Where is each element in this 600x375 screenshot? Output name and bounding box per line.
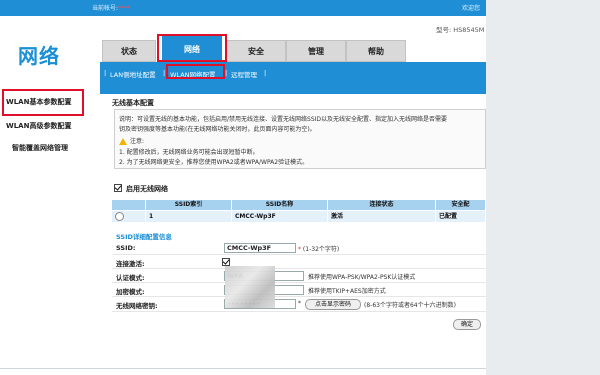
ssid-label: SSID: — [116, 244, 136, 252]
ssid-input[interactable]: CMCC-Wp3F — [224, 243, 296, 253]
table-header-select — [112, 200, 146, 210]
subnav-separator: | — [104, 69, 107, 77]
enable-wlan-checkbox[interactable] — [114, 184, 122, 192]
tab-help[interactable]: 帮助 — [346, 40, 406, 62]
sidebar-item-wlan-basic[interactable]: WLAN基本参数配置 — [6, 97, 71, 107]
form-row-connect: 连接激活: — [112, 256, 486, 269]
redaction-mask — [225, 266, 275, 308]
encryption-label: 加密模式: — [116, 288, 145, 296]
table-cell-ssid-name: CMCC-Wp3F — [232, 211, 328, 222]
warning-icon — [119, 138, 127, 145]
ssid-table: SSID索引 SSID名称 连接状态 安全配 1 CMCC-Wp3F 激活 已配… — [112, 200, 486, 222]
show-password-button[interactable]: 点击显示密码 — [305, 299, 361, 310]
form-row-key: 无线网络密钥: •••••••• * 点击显示密码 (8-63个字符或者64个十… — [112, 298, 486, 312]
table-header-status: 连接状态 — [328, 200, 436, 210]
section-title: 无线基本配置 — [112, 99, 154, 107]
enable-wlan-label: 启用无线网络 — [126, 185, 168, 193]
note-heading: 注意: — [119, 136, 144, 145]
wireless-key-label: 无线网络密钥: — [116, 302, 158, 310]
top-bar: 当前帐号:**** 欢迎您 — [0, 0, 486, 16]
note-line: 1. 配置修改后，无线网络业务可能会出现短暂中断。 — [119, 149, 259, 156]
form-row-auth: 认证模式: WPA 推荐使用WPA-PSK/WPA2-PSK认证模式 — [112, 270, 486, 283]
form-row-encryption: 加密模式: 推荐使用TKIP+AES加密方式 — [112, 284, 486, 297]
tab-security[interactable]: 安全 — [226, 40, 286, 62]
ssid-detail-title: SSID详细配置信息 — [116, 233, 172, 241]
description-box: 说明：可设置无线的基本功能，包括启用/禁用无线连接、设置无线网络SSID以及无线… — [114, 109, 486, 169]
tab-network[interactable]: 网络 — [162, 36, 222, 62]
row-radio-icon[interactable] — [115, 212, 124, 221]
tab-status[interactable]: 状态 — [102, 40, 156, 62]
tab-management[interactable]: 管理 — [286, 40, 346, 62]
encryption-hint: 推荐使用TKIP+AES加密方式 — [308, 288, 386, 295]
connect-label: 连接激活: — [116, 260, 145, 268]
table-cell-security: 已配置 — [436, 211, 486, 222]
auth-mode-label: 认证模式: — [116, 274, 145, 282]
ok-button[interactable]: 确定 — [453, 319, 481, 330]
connect-checkbox[interactable] — [222, 258, 230, 266]
page-logo: 网络 — [18, 44, 60, 68]
subnav-wlan-config[interactable]: WLAN网络配置 — [170, 69, 216, 79]
table-cell-index: 1 — [146, 211, 232, 222]
subnav-remote-mgmt[interactable]: 远程管理 — [231, 69, 257, 79]
router-admin-page: 当前帐号:**** 欢迎您 型号: HS8545M 网络 状态 网络 安全 管理… — [0, 0, 486, 375]
current-account: 当前帐号:**** — [92, 5, 131, 12]
wireless-key-hint: (8-63个字符或者64个十六进制数) — [364, 302, 456, 309]
sub-nav-bar: | LAN侧地址配置 | WLAN网络配置 | 远程管理 | — [100, 62, 486, 94]
form-row-ssid: SSID: CMCC-Wp3F * (1-32个字符) — [112, 242, 486, 255]
welcome-text: 欢迎您 — [461, 5, 480, 12]
sidebar-item-smart-coverage[interactable]: 智能覆盖网络管理 — [12, 143, 68, 153]
description-line: 钥及密钥强度等基本功能(在无线网络功能关闭时，此页面内容可能为空)。 — [119, 126, 316, 133]
ssid-hint: * (1-32个字符) — [298, 246, 340, 253]
auth-mode-hint: 推荐使用WPA-PSK/WPA2-PSK认证模式 — [308, 274, 416, 281]
subnav-separator: | — [264, 69, 267, 77]
table-header-security: 安全配 — [436, 200, 486, 210]
table-cell-status: 激活 — [328, 211, 436, 222]
subnav-lan-config[interactable]: LAN侧地址配置 — [110, 69, 156, 79]
subnav-separator: | — [163, 69, 166, 77]
device-model: 型号: HS8545M — [436, 26, 485, 34]
key-required-mark: * — [298, 300, 301, 307]
note-line: 2. 为了无线网络更安全，推荐您使用WPA2或者WPA/WPA2验证模式。 — [119, 159, 309, 166]
sidebar-item-wlan-advanced[interactable]: WLAN高级参数配置 — [6, 121, 71, 131]
bottom-divider — [0, 368, 486, 369]
subnav-separator: | — [225, 69, 228, 77]
table-header-ssid-index: SSID索引 — [146, 200, 232, 210]
table-row-radio[interactable] — [112, 211, 146, 222]
table-header-ssid-name: SSID名称 — [232, 200, 328, 210]
description-line: 说明：可设置无线的基本功能，包括启用/禁用无线连接、设置无线网络SSID以及无线… — [119, 116, 448, 123]
